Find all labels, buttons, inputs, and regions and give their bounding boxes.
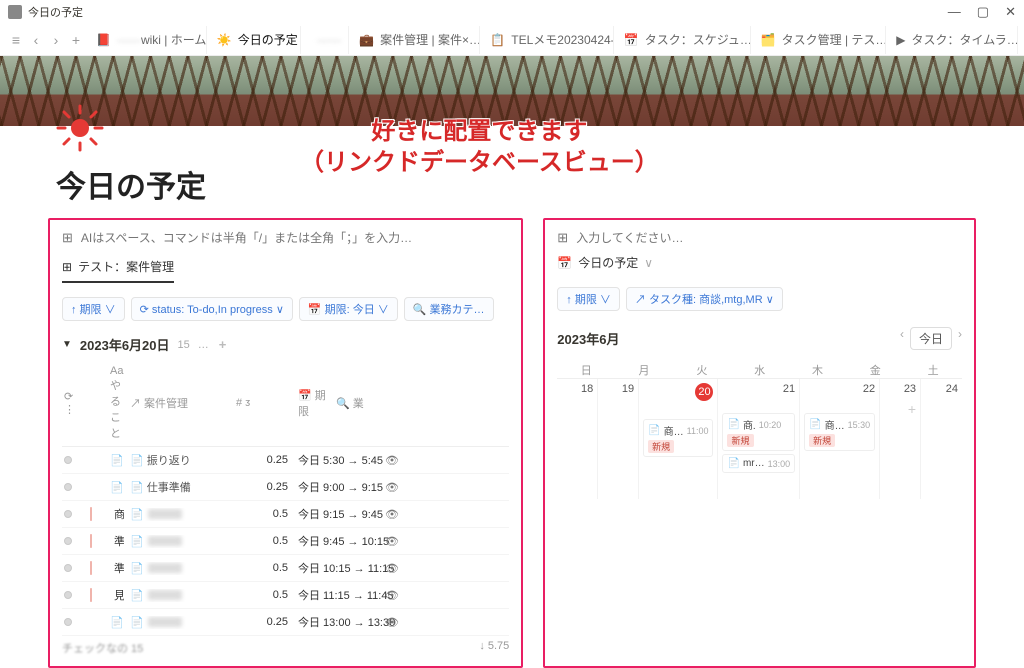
- tab[interactable]: 💼案件管理 | 案件×…: [349, 26, 480, 54]
- right-search-input[interactable]: [576, 231, 962, 245]
- group-header[interactable]: ▼ 2023年6月20日 15 … +: [62, 335, 509, 354]
- tab[interactable]: 📋TELメモ20230424-: [480, 26, 613, 54]
- close-button[interactable]: ✕: [1005, 4, 1016, 20]
- weekday-label: 日: [557, 362, 615, 378]
- filter-chip[interactable]: 📅 期限: 今日 ∨: [299, 297, 398, 321]
- app-icon: [8, 5, 22, 19]
- cal-next-icon[interactable]: ›: [958, 327, 962, 350]
- table-icon: ⊞: [62, 230, 73, 246]
- filter-chip[interactable]: ↗ タスク種: 商談,mtg,MR ∨: [626, 287, 783, 311]
- weekday-label: 土: [904, 362, 962, 378]
- nav-back-icon[interactable]: ‹: [26, 30, 46, 50]
- table-header: ⟳ ⋮ Aa やること ↗ 案件管理 # ᴣ 📅 期限 🔍 業: [62, 360, 509, 447]
- page-header: 今日の予定 好きに配置できます （リンクドデータベースビュー）: [0, 126, 1024, 206]
- calendar-event[interactable]: 📄 商… 15:30新規: [804, 413, 875, 451]
- table-row[interactable]: 商談準備：サンプル・📄 0.5今日 9:15 → 9:45👁: [62, 501, 509, 528]
- tab[interactable]: ▶タスク：タイムラ…: [886, 26, 1018, 54]
- weekday-label: 水: [731, 362, 789, 378]
- collapse-icon[interactable]: ▼: [62, 339, 72, 350]
- cal-prev-icon[interactable]: ‹: [900, 327, 904, 350]
- weekday-label: 火: [673, 362, 731, 378]
- calendar-day[interactable]: 19: [598, 379, 639, 499]
- calendar-event[interactable]: 📄 商. 10:20新規: [722, 413, 795, 451]
- tab[interactable]: 📅タスク：スケジュ…: [614, 26, 751, 54]
- calendar-day[interactable]: 24: [921, 379, 962, 499]
- calendar-event[interactable]: 📄 mr… 13:00: [722, 454, 795, 473]
- tab[interactable]: ☀️今日の予定: [207, 26, 301, 54]
- calendar-month: 2023年6月: [557, 329, 619, 348]
- add-row-icon[interactable]: +: [219, 337, 227, 352]
- calendar-view-tab[interactable]: 📅 今日の予定 ∨: [557, 254, 653, 271]
- calendar-day[interactable]: 23+: [880, 379, 921, 499]
- calendar-day[interactable]: 22📄 商… 15:30新規: [800, 379, 880, 499]
- table-row[interactable]: 準備：商談📄 0.5今日 9:45 → 10:15👁: [62, 528, 509, 555]
- table-row[interactable]: 📄今日やること📄 仕事準備0.25今日 9:00 → 9:15👁: [62, 474, 509, 501]
- table-footer: チェックなの 15 ↓ 5.75: [62, 636, 509, 656]
- filter-chip[interactable]: ↑ 期限 ∨: [557, 287, 620, 311]
- table-row[interactable]: 見積：📄 0.5今日 11:15 → 11:45👁: [62, 582, 509, 609]
- table-row[interactable]: 📄振り返り：昨日フ📄 振り返り0.25今日 5:30 → 5:45👁: [62, 447, 509, 474]
- minimize-button[interactable]: ―: [948, 4, 961, 20]
- tab[interactable]: 📕—— wiki | ホーム: [86, 26, 207, 54]
- tab[interactable]: 🗂️タスク管理 | テス…: [751, 26, 887, 54]
- tab-strip: ≡ ‹ › + 📕—— wiki | ホーム☀️今日の予定—— 💼案件管理 | …: [0, 24, 1024, 56]
- tab[interactable]: ——: [301, 26, 349, 54]
- table-row[interactable]: 📄メール処理📄 0.25今日 13:00 → 13:30👁: [62, 609, 509, 636]
- calendar-day[interactable]: 21📄 商. 10:20新規📄 mr… 13:00: [718, 379, 800, 499]
- page-title[interactable]: 今日の予定: [56, 162, 206, 206]
- nav-forward-icon[interactable]: ›: [46, 30, 66, 50]
- weekday-label: 木: [789, 362, 847, 378]
- window-title: 今日の予定: [28, 4, 83, 20]
- filter-chip[interactable]: 🔍 業務カテ…: [404, 297, 494, 321]
- window-controls: ― ▢ ✕: [948, 4, 1016, 20]
- maximize-button[interactable]: ▢: [977, 4, 989, 20]
- calendar-day[interactable]: 20📄 商… 11:00新規: [639, 379, 718, 499]
- filter-chip[interactable]: ↑ 期限 ∨: [62, 297, 125, 321]
- calendar-event[interactable]: 📄 商… 11:00新規: [643, 419, 713, 457]
- menu-icon[interactable]: ≡: [6, 30, 26, 50]
- window-titlebar: 今日の予定 ― ▢ ✕: [0, 0, 1024, 24]
- calendar-day[interactable]: 18: [557, 379, 598, 499]
- table-icon: ⊞: [557, 230, 568, 246]
- table-row[interactable]: 準備：📄 0.5今日 10:15 → 11:15👁: [62, 555, 509, 582]
- left-search-input[interactable]: [81, 231, 509, 245]
- weekday-label: 金: [846, 362, 904, 378]
- add-event-icon[interactable]: +: [908, 401, 916, 417]
- new-tab-button[interactable]: +: [66, 30, 86, 50]
- cal-today-button[interactable]: 今日: [910, 327, 952, 350]
- weekday-label: 月: [615, 362, 673, 378]
- linked-db-right: ⊞ 📅 今日の予定 ∨ ↑ 期限 ∨↗ タスク種: 商談,mtg,MR ∨ 20…: [543, 218, 976, 668]
- annotation-text: 好きに配置できます （リンクドデータベースビュー）: [300, 116, 659, 178]
- linked-db-left: ⊞ ⊞テスト：案件管理 ↑ 期限 ∨⟳ status: To-do,In pro…: [48, 218, 523, 668]
- left-view-tab[interactable]: ⊞テスト：案件管理: [62, 254, 174, 283]
- filter-chip[interactable]: ⟳ status: To-do,In progress ∨: [131, 297, 293, 321]
- page-icon[interactable]: [56, 104, 104, 152]
